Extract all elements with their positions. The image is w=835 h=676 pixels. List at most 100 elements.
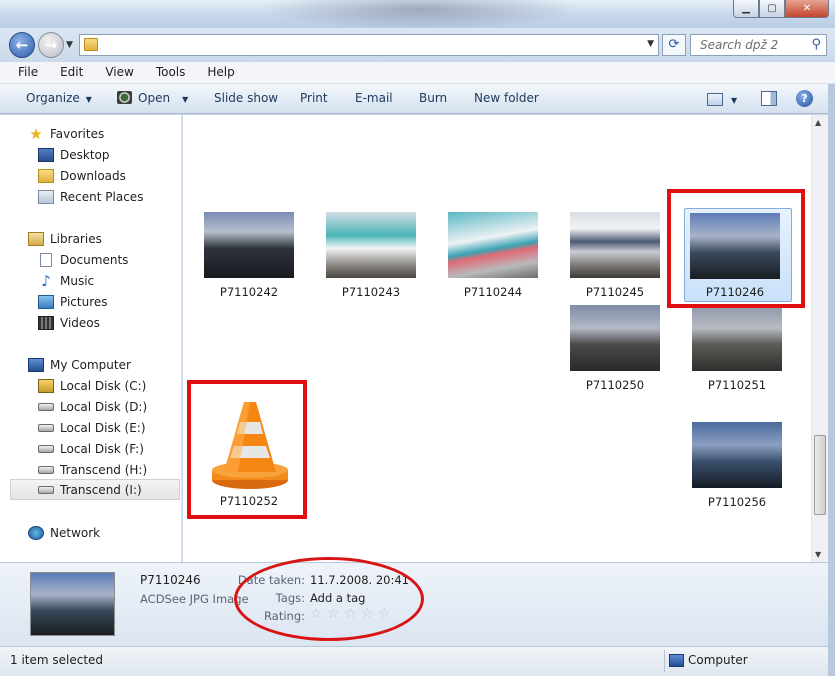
organize-button[interactable]: Organize ▼ <box>26 91 92 105</box>
change-view-icon[interactable] <box>707 93 723 106</box>
menu-edit[interactable]: Edit <box>49 62 94 83</box>
computer-icon <box>669 653 684 667</box>
status-bar: 1 item selected Computer <box>0 646 828 676</box>
nav-documents[interactable]: Documents <box>0 249 180 270</box>
address-row: ← → ▼ ▼ ⟳ Search dpž 2 ⚲ <box>0 28 835 62</box>
vertical-scrollbar[interactable]: ▲ ▼ <box>811 115 828 562</box>
film-strip-icon <box>38 315 54 330</box>
music-note-icon: ♪ <box>41 271 51 290</box>
nav-label: Music <box>60 273 95 288</box>
nav-network[interactable]: Network <box>0 522 180 543</box>
nav-desktop[interactable]: Desktop <box>0 144 180 165</box>
file-item[interactable]: P7110256 <box>683 422 791 518</box>
menu-help[interactable]: Help <box>196 62 245 83</box>
minimize-icon[interactable]: ▁ <box>733 0 759 18</box>
menu-view[interactable]: View <box>94 62 144 83</box>
menu-bar: File Edit View Tools Help <box>0 62 835 84</box>
nav-transcend-i[interactable]: Transcend (I:) <box>10 479 180 500</box>
file-name: P7110244 <box>463 285 523 299</box>
preview-pane-icon[interactable] <box>761 91 777 106</box>
scrollbar-thumb[interactable] <box>814 435 826 515</box>
open-button[interactable]: Open ▼ <box>117 91 188 105</box>
file-item[interactable]: P7110243 <box>317 212 425 308</box>
file-name: P7110245 <box>585 285 645 299</box>
nav-label: Pictures <box>60 294 108 309</box>
refresh-icon[interactable]: ⟳ <box>662 34 686 56</box>
menu-file[interactable]: File <box>8 62 49 83</box>
status-location: Computer <box>669 653 748 667</box>
recent-pages-dropdown-icon[interactable]: ▼ <box>66 40 73 50</box>
forward-arrow-icon[interactable]: → <box>38 32 64 58</box>
nav-disk-e[interactable]: Local Disk (E:) <box>0 417 180 438</box>
email-button[interactable]: E-mail <box>355 91 393 105</box>
chevron-down-icon[interactable]: ▼ <box>647 39 654 49</box>
status-divider <box>664 650 665 672</box>
photo-thumbnail <box>570 212 660 278</box>
nav-downloads[interactable]: Downloads <box>0 165 180 186</box>
search-input[interactable]: Search dpž 2 ⚲ <box>690 34 827 56</box>
burn-button[interactable]: Burn <box>419 91 447 105</box>
downloads-folder-icon <box>38 168 54 183</box>
nav-label: Documents <box>60 252 129 267</box>
nav-recent-places[interactable]: Recent Places <box>0 186 180 207</box>
star-icon: ★ <box>29 124 43 143</box>
file-item[interactable]: P7110250 <box>561 305 669 401</box>
search-icon[interactable]: ⚲ <box>811 37 821 52</box>
nav-label: Local Disk (E:) <box>60 420 146 435</box>
address-bar[interactable]: ▼ <box>79 34 659 56</box>
menu-tools[interactable]: Tools <box>145 62 197 83</box>
nav-videos[interactable]: Videos <box>0 312 180 333</box>
nav-label: Videos <box>60 315 100 330</box>
organize-label: Organize <box>26 91 80 105</box>
file-name: P7110243 <box>341 285 401 299</box>
maximize-icon[interactable]: ▢ <box>759 0 785 18</box>
file-name: P7110242 <box>219 285 279 299</box>
drive-icon <box>38 444 54 453</box>
annotation-ellipse <box>234 557 424 641</box>
nav-favorites[interactable]: ★ Favorites <box>0 123 180 144</box>
desktop-icon <box>38 147 54 162</box>
view-options-dropdown[interactable]: ▼ <box>731 92 737 106</box>
nav-transcend-h[interactable]: Transcend (H:) <box>0 459 180 480</box>
viewer-icon <box>117 91 132 104</box>
nav-libraries[interactable]: Libraries <box>0 228 180 249</box>
nav-disk-f[interactable]: Local Disk (F:) <box>0 438 180 459</box>
nav-label: Local Disk (D:) <box>60 399 148 414</box>
scroll-down-icon[interactable]: ▼ <box>815 550 821 559</box>
slideshow-button[interactable]: Slide show <box>214 91 278 105</box>
title-bar: ▁ ▢ ✕ <box>0 0 835 30</box>
libraries-icon <box>28 231 44 246</box>
file-item[interactable]: P7110244 <box>439 212 547 308</box>
chevron-down-icon: ▼ <box>731 96 738 105</box>
nav-music[interactable]: ♪ Music <box>0 270 180 291</box>
close-icon[interactable]: ✕ <box>785 0 829 18</box>
nav-label: My Computer <box>50 357 131 372</box>
print-button[interactable]: Print <box>300 91 328 105</box>
photo-thumbnail <box>448 212 538 278</box>
back-arrow-icon[interactable]: ← <box>9 32 35 58</box>
recent-places-icon <box>38 189 54 204</box>
drive-icon <box>38 465 54 474</box>
file-item[interactable]: P7110242 <box>195 212 303 308</box>
selection-count: 1 item selected <box>10 653 104 667</box>
new-folder-button[interactable]: New folder <box>474 91 539 105</box>
nav-disk-d[interactable]: Local Disk (D:) <box>0 396 180 417</box>
file-item[interactable]: P7110251 <box>683 305 791 401</box>
annotation-box <box>667 189 805 308</box>
nav-my-computer[interactable]: My Computer <box>0 354 180 375</box>
file-name: P7110256 <box>707 495 767 509</box>
search-placeholder: Search dpž 2 <box>700 38 779 52</box>
file-item[interactable]: P7110245 <box>561 212 669 308</box>
nav-disk-c[interactable]: Local Disk (C:) <box>0 375 180 396</box>
scroll-up-icon[interactable]: ▲ <box>815 118 821 127</box>
nav-pictures[interactable]: Pictures <box>0 291 180 312</box>
details-file-type: ACDSee JPG Image <box>140 592 249 606</box>
chevron-down-icon: ▼ <box>85 95 92 104</box>
nav-label: Recent Places <box>60 189 144 204</box>
nav-label: Downloads <box>60 168 126 183</box>
help-icon[interactable]: ? <box>796 90 813 107</box>
system-disk-icon <box>38 378 54 393</box>
nav-label: Local Disk (C:) <box>60 378 147 393</box>
file-name: P7110251 <box>707 378 767 392</box>
photo-thumbnail <box>692 422 782 488</box>
